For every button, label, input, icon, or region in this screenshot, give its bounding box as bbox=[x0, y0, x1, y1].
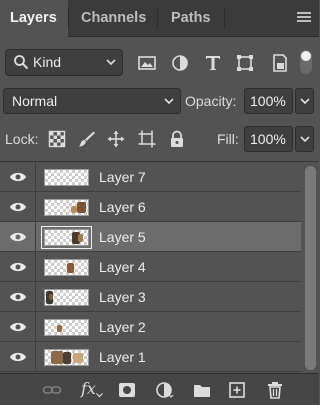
visibility-toggle[interactable] bbox=[0, 282, 36, 312]
visibility-toggle[interactable] bbox=[0, 222, 36, 252]
opacity-label: Opacity: bbox=[185, 93, 237, 109]
tab-bar: Layers Channels Paths bbox=[0, 0, 319, 38]
eye-icon bbox=[10, 232, 26, 242]
layer-name: Layer 1 bbox=[99, 349, 146, 365]
layer-row[interactable]: Layer 6 bbox=[0, 192, 301, 222]
layer-row[interactable]: Layer 7 bbox=[0, 162, 301, 192]
tab-divider bbox=[224, 8, 225, 29]
eye-icon bbox=[10, 322, 26, 332]
layer-name: Layer 7 bbox=[99, 169, 146, 185]
fill-dropdown-button[interactable] bbox=[295, 126, 314, 152]
new-layer-icon[interactable] bbox=[227, 381, 247, 399]
layer-thumbnail bbox=[44, 289, 89, 306]
eye-icon bbox=[10, 202, 26, 212]
blend-mode-select[interactable]: Normal bbox=[3, 88, 181, 114]
layers-scrollbar[interactable] bbox=[301, 162, 319, 374]
eye-icon bbox=[10, 172, 26, 182]
layer-thumbnail bbox=[44, 199, 89, 216]
adjustment-layer-icon[interactable] bbox=[155, 381, 175, 399]
layer-thumbnail bbox=[44, 259, 89, 276]
adjustment-layer-filter-icon[interactable] bbox=[170, 53, 190, 73]
panel-menu-icon[interactable] bbox=[297, 12, 311, 24]
chevron-down-icon bbox=[106, 59, 116, 66]
layer-row[interactable]: Layer 4 bbox=[0, 252, 301, 282]
visibility-toggle[interactable] bbox=[0, 252, 36, 282]
layer-row[interactable]: Layer 3 bbox=[0, 282, 301, 312]
eye-icon bbox=[10, 352, 26, 362]
chevron-down-icon bbox=[164, 98, 174, 105]
opacity-input[interactable]: 100% bbox=[244, 88, 293, 114]
delete-layer-icon[interactable] bbox=[265, 381, 285, 399]
layer-style-icon[interactable]: fx bbox=[81, 379, 96, 398]
visibility-toggle[interactable] bbox=[0, 192, 36, 222]
smart-object-filter-icon[interactable] bbox=[270, 53, 290, 73]
shape-layer-filter-icon[interactable] bbox=[235, 53, 255, 73]
lock-artboard-icon[interactable] bbox=[138, 130, 156, 148]
link-layers-icon[interactable] bbox=[42, 381, 62, 399]
lock-image-pixels-icon[interactable] bbox=[78, 130, 96, 148]
layers-panel: Layers Channels Paths Kind Normal Opacit… bbox=[0, 0, 319, 405]
tab-divider bbox=[68, 8, 69, 29]
visibility-toggle[interactable] bbox=[0, 312, 36, 342]
tab-channels[interactable]: Channels bbox=[81, 0, 146, 37]
filter-kind-label: Kind bbox=[33, 54, 62, 70]
layer-thumbnail bbox=[44, 319, 89, 336]
lock-transparent-pixels-icon[interactable] bbox=[48, 130, 66, 148]
visibility-toggle[interactable] bbox=[0, 162, 36, 192]
chevron-down-icon bbox=[300, 136, 310, 143]
layer-name: Layer 3 bbox=[99, 289, 146, 305]
tab-divider bbox=[157, 8, 158, 29]
layer-name: Layer 5 bbox=[99, 229, 146, 245]
chevron-down-icon bbox=[300, 98, 310, 105]
lock-position-icon[interactable] bbox=[107, 130, 125, 148]
layer-name: Layer 6 bbox=[99, 199, 146, 215]
type-layer-filter-icon[interactable] bbox=[203, 53, 223, 73]
layers-list: Layer 7 Layer 6 Layer 5 Layer 4 Layer 3 … bbox=[0, 161, 319, 374]
tab-paths[interactable]: Paths bbox=[171, 0, 211, 37]
visibility-toggle[interactable] bbox=[0, 342, 36, 372]
fill-input[interactable]: 100% bbox=[244, 126, 293, 152]
layer-row[interactable]: Layer 2 bbox=[0, 312, 301, 342]
filter-toggle-switch[interactable] bbox=[300, 50, 312, 74]
add-mask-icon[interactable] bbox=[117, 381, 137, 399]
layer-thumbnail bbox=[44, 349, 89, 366]
layers-bottom-toolbar: fx bbox=[0, 373, 319, 405]
blend-mode-label: Normal bbox=[12, 93, 58, 109]
tab-layers[interactable]: Layers bbox=[0, 0, 68, 38]
pixel-layer-filter-icon[interactable] bbox=[137, 53, 157, 73]
eye-icon bbox=[10, 292, 26, 302]
layer-thumbnail bbox=[41, 226, 92, 249]
layer-name: Layer 2 bbox=[99, 319, 146, 335]
search-icon bbox=[14, 55, 29, 70]
layer-row-selected[interactable]: Layer 5 bbox=[0, 222, 301, 252]
lock-all-icon[interactable] bbox=[168, 130, 186, 148]
fill-label: Fill: bbox=[217, 131, 239, 147]
layer-row[interactable]: Layer 1 bbox=[0, 342, 301, 372]
opacity-dropdown-button[interactable] bbox=[295, 88, 314, 114]
new-group-icon[interactable] bbox=[192, 381, 212, 399]
layer-name: Layer 4 bbox=[99, 259, 146, 275]
scrollbar-thumb[interactable] bbox=[305, 166, 316, 370]
lock-label: Lock: bbox=[5, 131, 39, 147]
layer-thumbnail bbox=[44, 169, 89, 186]
eye-icon bbox=[10, 262, 26, 272]
filter-kind-select[interactable]: Kind bbox=[5, 49, 123, 76]
chevron-down-icon bbox=[96, 393, 103, 398]
